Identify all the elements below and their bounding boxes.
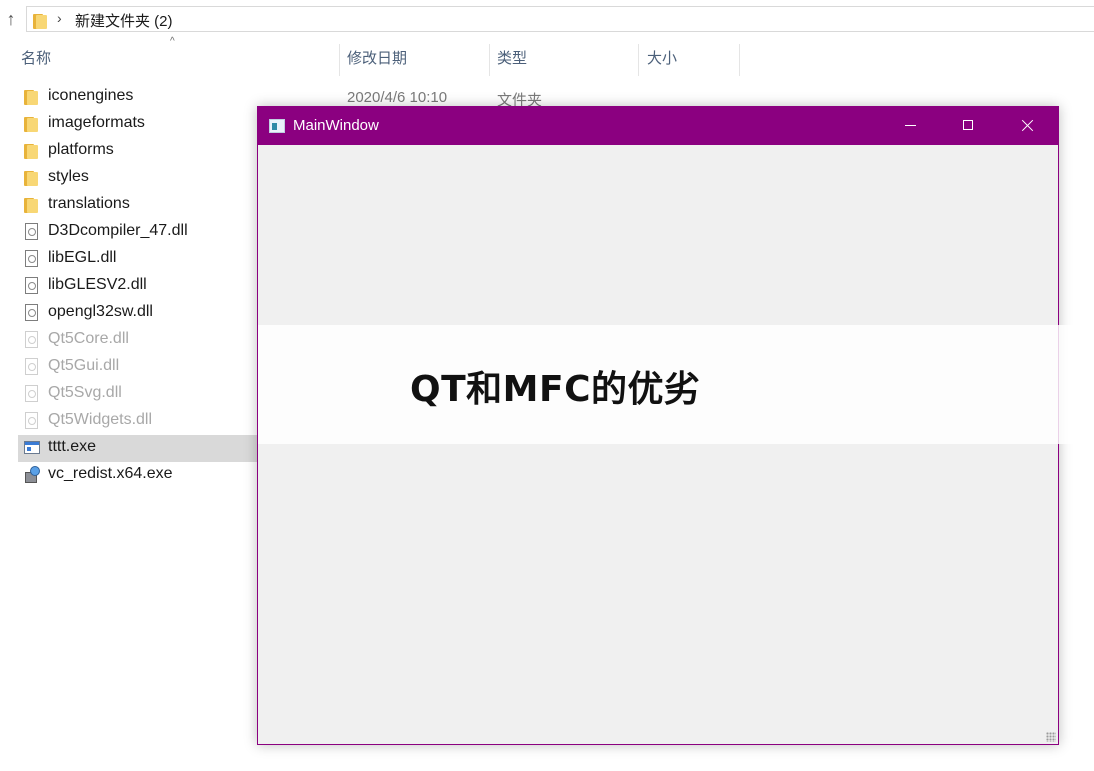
list-item[interactable]: platforms — [18, 138, 258, 165]
minimize-icon — [905, 125, 916, 126]
list-item[interactable]: libGLESV2.dll — [18, 273, 258, 300]
file-name: opengl32sw.dll — [48, 303, 153, 320]
file-name: libGLESV2.dll — [48, 276, 147, 293]
up-arrow-icon[interactable]: ↑ — [2, 8, 20, 30]
address-bar[interactable]: › 新建文件夹 (2) — [26, 6, 1094, 32]
dll-file-icon — [24, 304, 40, 322]
maximize-button[interactable] — [940, 107, 998, 145]
file-name: Qt5Widgets.dll — [48, 411, 153, 428]
list-item[interactable]: translations — [18, 192, 258, 219]
sort-caret-icon: ^ — [170, 36, 175, 47]
file-name: iconengines — [48, 87, 134, 104]
maximize-icon — [963, 120, 973, 130]
list-item[interactable]: styles — [18, 165, 258, 192]
file-name: Qt5Gui.dll — [48, 357, 120, 374]
exe-icon — [24, 439, 40, 457]
list-item[interactable]: Qt5Gui.dll — [18, 354, 258, 381]
file-name: Qt5Core.dll — [48, 330, 129, 347]
column-divider[interactable] — [339, 44, 340, 76]
column-divider[interactable] — [638, 44, 639, 76]
dll-file-icon — [24, 223, 40, 241]
folder-icon — [24, 142, 40, 160]
file-name: platforms — [48, 141, 114, 158]
list-item[interactable]: Qt5Svg.dll — [18, 381, 258, 408]
column-divider[interactable] — [739, 44, 740, 76]
column-header-name[interactable]: 名称 — [21, 44, 51, 74]
file-name: styles — [48, 168, 89, 185]
dll-file-icon — [24, 331, 40, 349]
file-name: libEGL.dll — [48, 249, 117, 266]
dll-file-icon — [24, 385, 40, 403]
app-icon — [269, 119, 285, 133]
modified-cell: 2020/4/6 10:10 — [347, 89, 448, 106]
folder-icon — [24, 196, 40, 214]
list-item[interactable]: Qt5Widgets.dll — [18, 408, 258, 435]
list-item[interactable]: libEGL.dll — [18, 246, 258, 273]
file-name: vc_redist.x64.exe — [48, 465, 173, 482]
installer-icon — [24, 466, 40, 484]
list-item[interactable]: Qt5Core.dll — [18, 327, 258, 354]
list-item[interactable]: iconengines — [18, 84, 258, 111]
dll-file-icon — [24, 250, 40, 268]
chevron-right-icon[interactable]: › — [57, 10, 62, 26]
list-item[interactable]: imageformats — [18, 111, 258, 138]
column-header-modified[interactable]: 修改日期 — [347, 44, 407, 74]
overlay-title: QT和MFC的优劣 — [410, 369, 701, 410]
column-divider[interactable] — [489, 44, 490, 76]
list-item-selected[interactable]: tttt.exe — [18, 435, 258, 462]
dll-file-icon — [24, 277, 40, 295]
dll-file-icon — [24, 358, 40, 376]
file-name: D3Dcompiler_47.dll — [48, 222, 188, 239]
list-item[interactable]: D3Dcompiler_47.dll — [18, 219, 258, 246]
folder-icon — [24, 115, 40, 133]
list-item[interactable]: opengl32sw.dll — [18, 300, 258, 327]
window-title: MainWindow — [293, 117, 379, 134]
dll-file-icon — [24, 412, 40, 430]
file-name: Qt5Svg.dll — [48, 384, 122, 401]
column-header-size[interactable]: 大小 — [647, 44, 677, 74]
file-name: tttt.exe — [48, 438, 97, 455]
folder-icon — [24, 169, 40, 187]
resize-grip-icon[interactable] — [1046, 732, 1056, 742]
folder-icon — [33, 12, 47, 29]
folder-icon — [24, 88, 40, 106]
breadcrumb[interactable]: 新建文件夹 (2) — [75, 10, 173, 31]
column-header-type[interactable]: 类型 — [497, 44, 527, 74]
close-button[interactable] — [998, 107, 1056, 145]
window-titlebar[interactable]: MainWindow — [258, 107, 1058, 145]
minimize-button[interactable] — [882, 107, 940, 145]
file-name: imageformats — [48, 114, 145, 131]
file-name: translations — [48, 195, 130, 212]
list-item[interactable]: vc_redist.x64.exe — [18, 462, 258, 489]
